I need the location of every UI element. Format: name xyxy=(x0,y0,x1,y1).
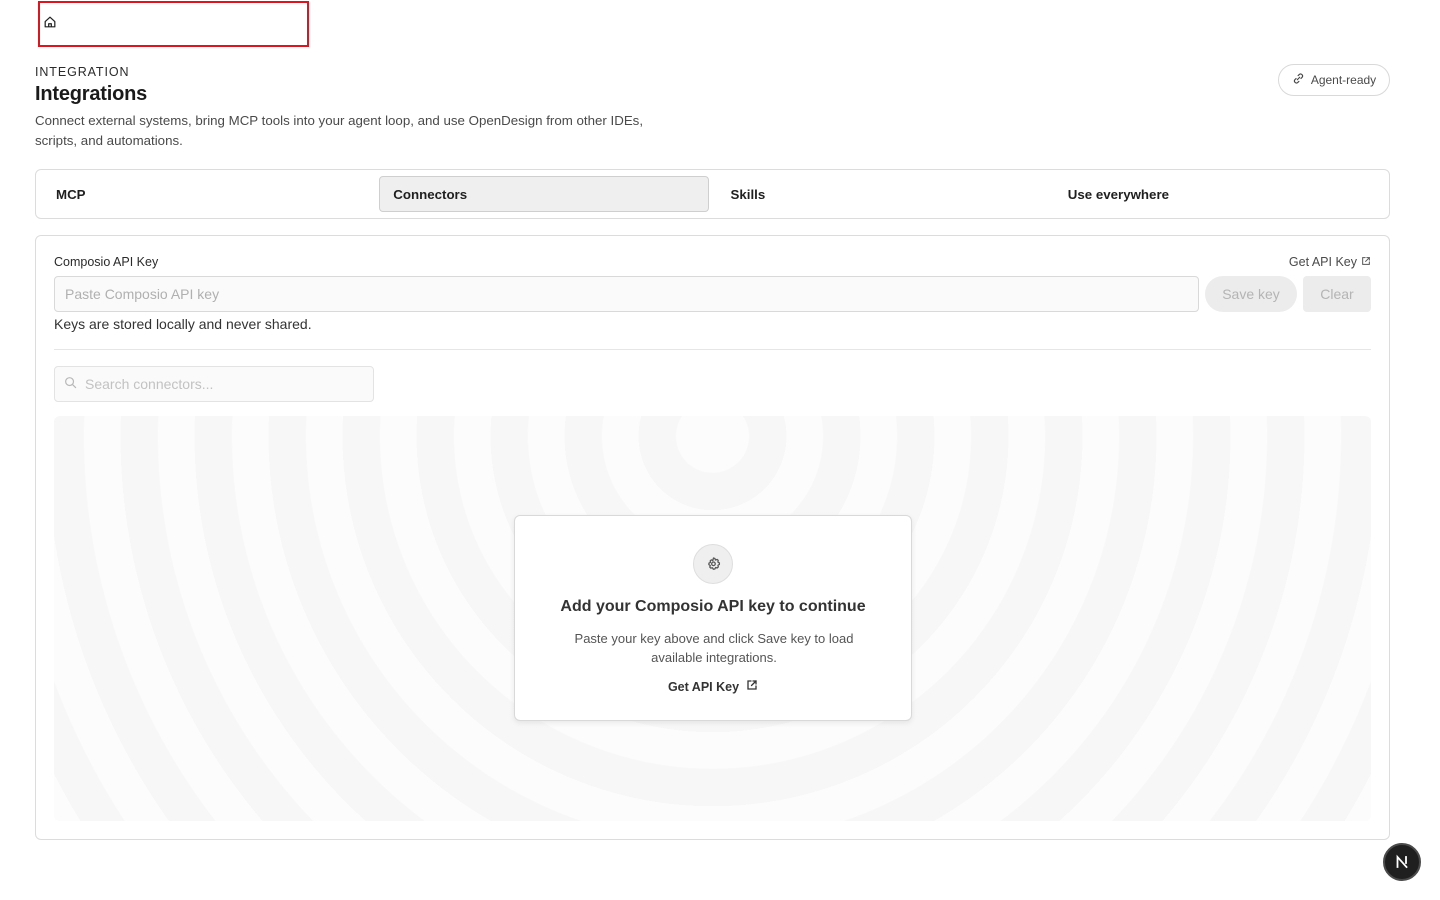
api-key-hint: Keys are stored locally and never shared… xyxy=(54,316,312,332)
api-key-input[interactable] xyxy=(54,276,1199,312)
api-key-label: Composio API Key xyxy=(54,255,159,269)
external-link-icon xyxy=(746,679,758,694)
get-api-key-label: Get API Key xyxy=(1288,255,1357,269)
nextjs-logo-icon[interactable] xyxy=(1383,843,1421,881)
tab-connectors[interactable]: Connectors xyxy=(379,176,709,212)
empty-state-description: Paste your key above and click Save key … xyxy=(574,631,854,665)
integration-tabs: MCP Connectors Skills Use everywhere xyxy=(35,169,1390,219)
external-link-icon xyxy=(1361,255,1371,269)
empty-state-link-label: Get API Key xyxy=(667,679,740,694)
save-key-button[interactable]: Save key xyxy=(1205,276,1297,312)
tab-skills[interactable]: Skills xyxy=(717,176,1046,212)
search-icon xyxy=(64,376,77,389)
get-api-key-link[interactable]: Get API Key xyxy=(1289,255,1371,269)
gear-icon xyxy=(693,544,733,584)
home-icon[interactable] xyxy=(43,15,57,34)
empty-state-get-key-link[interactable]: Get API Key xyxy=(515,679,911,694)
connector-search[interactable] xyxy=(54,366,374,402)
page-description: Connect external systems, bring MCP tool… xyxy=(35,113,644,148)
tab-mcp[interactable]: MCP xyxy=(42,176,371,212)
connectors-panel: Composio API Key Get API Key Save key Cl… xyxy=(35,235,1390,840)
divider xyxy=(54,349,1371,350)
page-title: Integrations xyxy=(35,83,148,105)
empty-state-card: Add your Composio API key to continue Pa… xyxy=(514,515,912,721)
connectors-empty-area: Add your Composio API key to continue Pa… xyxy=(54,416,1371,821)
section-eyebrow: INTEGRATION xyxy=(35,65,130,79)
agent-ready-badge[interactable]: Agent-ready xyxy=(1278,64,1390,96)
clear-key-button[interactable]: Clear xyxy=(1303,276,1371,312)
search-input[interactable] xyxy=(85,367,369,401)
home-link-highlight[interactable] xyxy=(38,1,309,47)
tab-use-everywhere[interactable]: Use everywhere xyxy=(1054,176,1383,212)
agent-ready-label: Agent-ready xyxy=(1310,73,1377,87)
link-icon xyxy=(1292,72,1305,88)
empty-state-title: Add your Composio API key to continue xyxy=(560,598,866,615)
